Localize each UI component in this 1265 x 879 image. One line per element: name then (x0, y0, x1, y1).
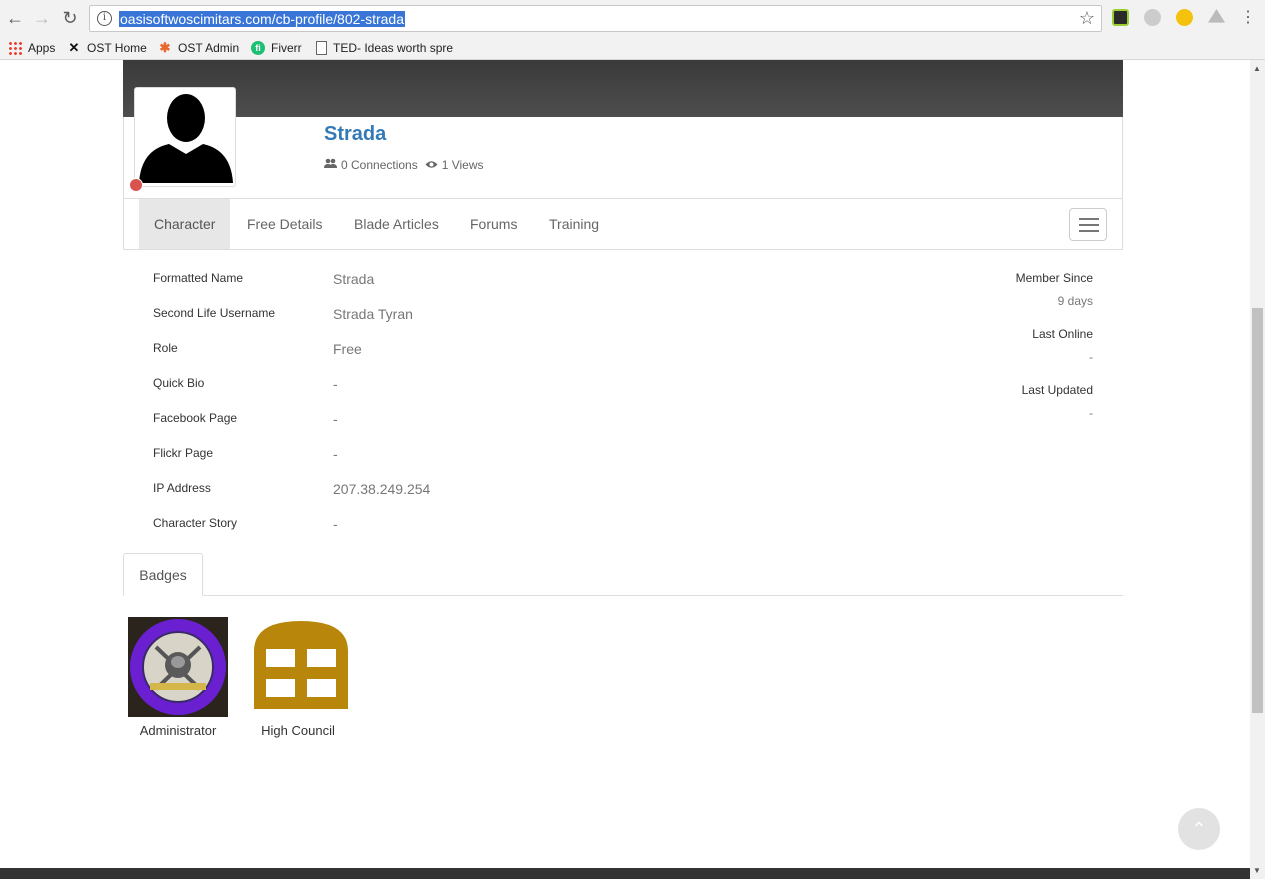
drive-icon[interactable] (1208, 9, 1225, 23)
browser-toolbar: ← → ↻ i oasisoftwoscimitars.com/cb-profi… (0, 0, 1265, 36)
connections-count[interactable]: 0 Connections (341, 158, 418, 172)
bookmark-apps[interactable]: Apps (8, 39, 55, 57)
bookmark-fiverr[interactable]: fi Fiverr (251, 39, 302, 57)
page-icon (316, 41, 327, 55)
badges-divider (123, 595, 1123, 596)
views-count: 1 Views (441, 158, 484, 172)
extension-check-icon[interactable] (1112, 9, 1129, 26)
scroll-up-icon[interactable]: ▲ (1253, 64, 1261, 73)
forward-arrow-icon[interactable]: → (32, 8, 52, 28)
apps-grid-icon (8, 41, 22, 55)
field-label-sl-username: Second Life Username (153, 306, 276, 320)
bookmarks-bar: Apps ✕ OST Home ✱ OST Admin fi Fiverr TE… (0, 36, 1265, 60)
high-council-badge[interactable] (254, 621, 348, 709)
field-label-formatted-name: Formatted Name (153, 271, 244, 285)
field-value-sl-username: Strada Tyran (333, 306, 413, 322)
more-menu-icon[interactable]: ⋮ (1238, 8, 1258, 28)
hamburger-menu-button[interactable] (1069, 208, 1107, 241)
member-since-label: Member Since (1015, 271, 1093, 285)
joomla-icon: ✱ (159, 40, 171, 55)
profile-stats: 0 Connections 1 Views (324, 158, 484, 172)
field-value-facebook: - (333, 411, 338, 427)
field-label-story: Character Story (153, 516, 238, 530)
bookmark-label: Apps (28, 41, 56, 55)
field-value-flickr: - (333, 446, 338, 462)
url-text[interactable]: oasisoftwoscimitars.com/cb-profile/802-s… (119, 11, 405, 27)
scroll-thumb[interactable] (1252, 308, 1263, 713)
tab-forums[interactable]: Forums (455, 199, 532, 249)
extension-grey-icon[interactable] (1144, 9, 1161, 26)
tab-training[interactable]: Training (534, 199, 614, 249)
back-to-top-button[interactable]: ⌃ (1178, 808, 1220, 850)
person-silhouette-icon (139, 94, 233, 183)
crest-emblem-icon (128, 617, 228, 717)
field-value-formatted-name: Strada (333, 271, 375, 287)
field-value-quick-bio: - (333, 376, 338, 392)
bookmark-ost-admin[interactable]: ✱ OST Admin (158, 39, 240, 57)
administrator-badge[interactable] (128, 617, 228, 717)
fiverr-icon: fi (251, 41, 265, 55)
tab-badges[interactable]: Badges (123, 553, 203, 596)
last-updated-value: - (1089, 406, 1093, 420)
info-icon[interactable]: i (97, 11, 112, 26)
last-updated-label: Last Updated (1021, 383, 1093, 397)
field-value-ip: 207.38.249.254 (333, 481, 431, 497)
field-label-flickr: Flickr Page (153, 446, 214, 460)
cover-image (123, 60, 1123, 118)
scroll-down-icon[interactable]: ▼ (1253, 866, 1261, 875)
tab-free-details[interactable]: Free Details (232, 199, 337, 249)
profile-name[interactable]: Strada (324, 123, 386, 146)
gold-window-icon (254, 621, 348, 709)
last-online-label: Last Online (1032, 327, 1093, 341)
field-value-story: - (333, 516, 338, 532)
tab-character[interactable]: Character (139, 199, 231, 249)
chevron-up-icon: ⌃ (1191, 819, 1207, 839)
member-since-value: 9 days (1057, 294, 1093, 308)
bookmark-ost-home[interactable]: ✕ OST Home (67, 39, 147, 57)
extension-home-icon[interactable] (1176, 9, 1193, 26)
scrollbar[interactable]: ▲ ▼ (1250, 60, 1265, 879)
bookmark-label: TED- Ideas worth spre (333, 41, 454, 55)
last-online-value: - (1089, 350, 1093, 364)
eye-icon (425, 158, 438, 172)
star-icon[interactable]: ☆ (1079, 8, 1095, 29)
bookmark-label: OST Home (87, 41, 147, 55)
crossed-swords-icon: ✕ (68, 40, 80, 55)
field-label-ip: IP Address (153, 481, 211, 495)
badge-caption-high-council: High Council (261, 723, 335, 738)
users-icon (324, 158, 337, 172)
avatar[interactable] (134, 87, 236, 187)
badge-caption-administrator: Administrator (139, 723, 217, 738)
bookmark-label: OST Admin (178, 41, 240, 55)
reload-icon[interactable]: ↻ (60, 8, 80, 28)
address-bar[interactable]: i oasisoftwoscimitars.com/cb-profile/802… (89, 5, 1102, 32)
tab-blade-articles[interactable]: Blade Articles (339, 199, 454, 249)
field-label-quick-bio: Quick Bio (153, 376, 205, 390)
page-footer (0, 868, 1250, 879)
bookmark-ted[interactable]: TED- Ideas worth spre (316, 39, 453, 57)
back-arrow-icon[interactable]: ← (5, 8, 25, 28)
field-label-facebook: Facebook Page (153, 411, 238, 425)
field-label-role: Role (153, 341, 178, 355)
online-status-dot (129, 178, 143, 192)
bookmark-label: Fiverr (271, 41, 302, 55)
field-value-role: Free (333, 341, 362, 357)
